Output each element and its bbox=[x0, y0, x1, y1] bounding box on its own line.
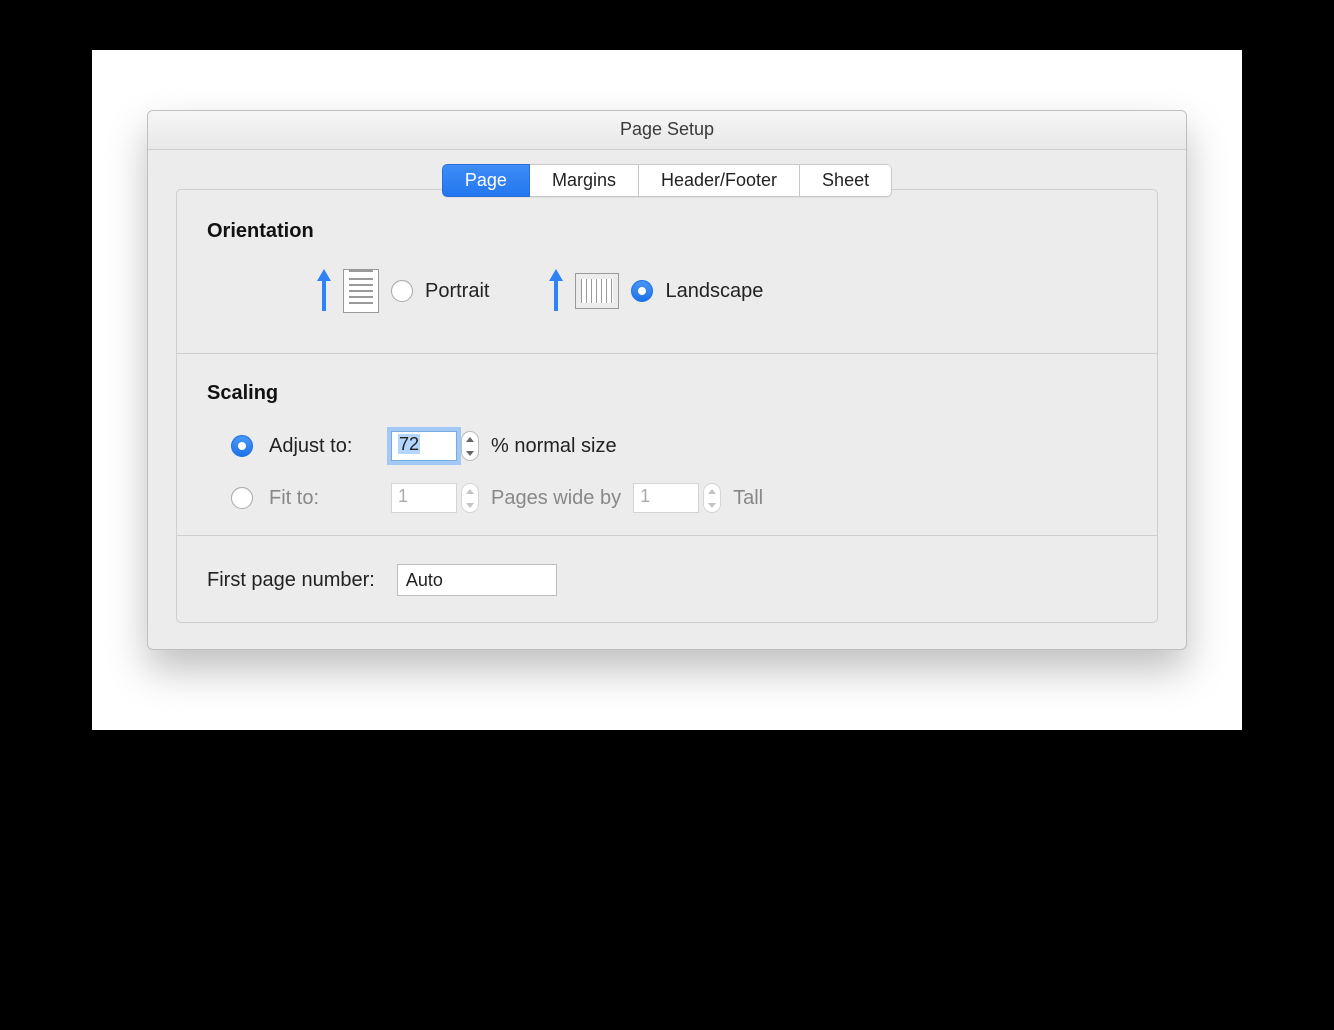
adjust-to-row: Adjust to: 72 % normal size bbox=[231, 431, 1127, 461]
arrow-up-icon bbox=[549, 269, 563, 313]
stepper-down-icon[interactable] bbox=[704, 498, 720, 512]
arrow-up-icon bbox=[317, 269, 331, 313]
fit-to-row: Fit to: 1 Pages wide by 1 bbox=[231, 483, 1127, 513]
landscape-label: Landscape bbox=[665, 280, 763, 303]
fit-wide-stepper[interactable] bbox=[461, 483, 479, 513]
orientation-options: Portrait Landscape bbox=[207, 269, 1127, 313]
stepper-up-icon[interactable] bbox=[462, 484, 478, 498]
tab-sheet[interactable]: Sheet bbox=[800, 164, 892, 197]
portrait-label: Portrait bbox=[425, 280, 489, 303]
adjust-to-label: Adjust to: bbox=[269, 435, 379, 458]
stepper-down-icon[interactable] bbox=[462, 498, 478, 512]
fit-to-label: Fit to: bbox=[269, 487, 379, 510]
segmented-control: Page Margins Header/Footer Sheet bbox=[442, 164, 892, 197]
orientation-heading: Orientation bbox=[207, 220, 1127, 243]
dialog-content: Page Margins Header/Footer Sheet Orienta… bbox=[148, 150, 1186, 649]
tab-bar: Page Margins Header/Footer Sheet bbox=[176, 164, 1158, 197]
options-panel: Orientation Portrait Landscape bbox=[176, 189, 1158, 623]
adjust-to-radio[interactable] bbox=[231, 435, 253, 457]
landscape-radio[interactable] bbox=[631, 280, 653, 302]
first-page-number-input[interactable] bbox=[397, 564, 557, 596]
fit-middle-text: Pages wide by bbox=[491, 487, 621, 510]
fit-tall-stepper-group: 1 bbox=[633, 483, 721, 513]
tab-margins[interactable]: Margins bbox=[530, 164, 639, 197]
fit-tall-label: Tall bbox=[733, 487, 763, 510]
dialog-title: Page Setup bbox=[148, 111, 1186, 150]
first-page-number-row: First page number: bbox=[207, 564, 1127, 596]
tab-header-footer[interactable]: Header/Footer bbox=[639, 164, 800, 197]
portrait-page-icon bbox=[343, 269, 379, 313]
fit-wide-stepper-group: 1 bbox=[391, 483, 479, 513]
landscape-page-icon bbox=[575, 273, 619, 309]
fit-tall-input[interactable]: 1 bbox=[633, 483, 699, 513]
orientation-portrait-group: Portrait bbox=[317, 269, 489, 313]
window-backdrop: Page Setup Page Margins Header/Footer Sh… bbox=[92, 50, 1242, 730]
adjust-to-input[interactable]: 72 bbox=[391, 431, 457, 461]
scaling-heading: Scaling bbox=[207, 382, 1127, 405]
portrait-radio[interactable] bbox=[391, 280, 413, 302]
adjust-to-stepper[interactable] bbox=[461, 431, 479, 461]
orientation-landscape-group: Landscape bbox=[549, 269, 763, 313]
tab-page[interactable]: Page bbox=[442, 164, 530, 197]
divider bbox=[177, 353, 1157, 354]
adjust-to-suffix: % normal size bbox=[491, 435, 617, 458]
first-page-number-label: First page number: bbox=[207, 569, 375, 592]
divider bbox=[177, 535, 1157, 536]
scaling-options: Adjust to: 72 % normal size Fit to: bbox=[207, 431, 1127, 513]
stepper-up-icon[interactable] bbox=[704, 484, 720, 498]
adjust-to-stepper-group: 72 bbox=[391, 431, 479, 461]
stepper-up-icon[interactable] bbox=[462, 432, 478, 446]
fit-tall-stepper[interactable] bbox=[703, 483, 721, 513]
fit-wide-input[interactable]: 1 bbox=[391, 483, 457, 513]
page-setup-dialog: Page Setup Page Margins Header/Footer Sh… bbox=[147, 110, 1187, 650]
fit-to-radio[interactable] bbox=[231, 487, 253, 509]
stepper-down-icon[interactable] bbox=[462, 446, 478, 460]
